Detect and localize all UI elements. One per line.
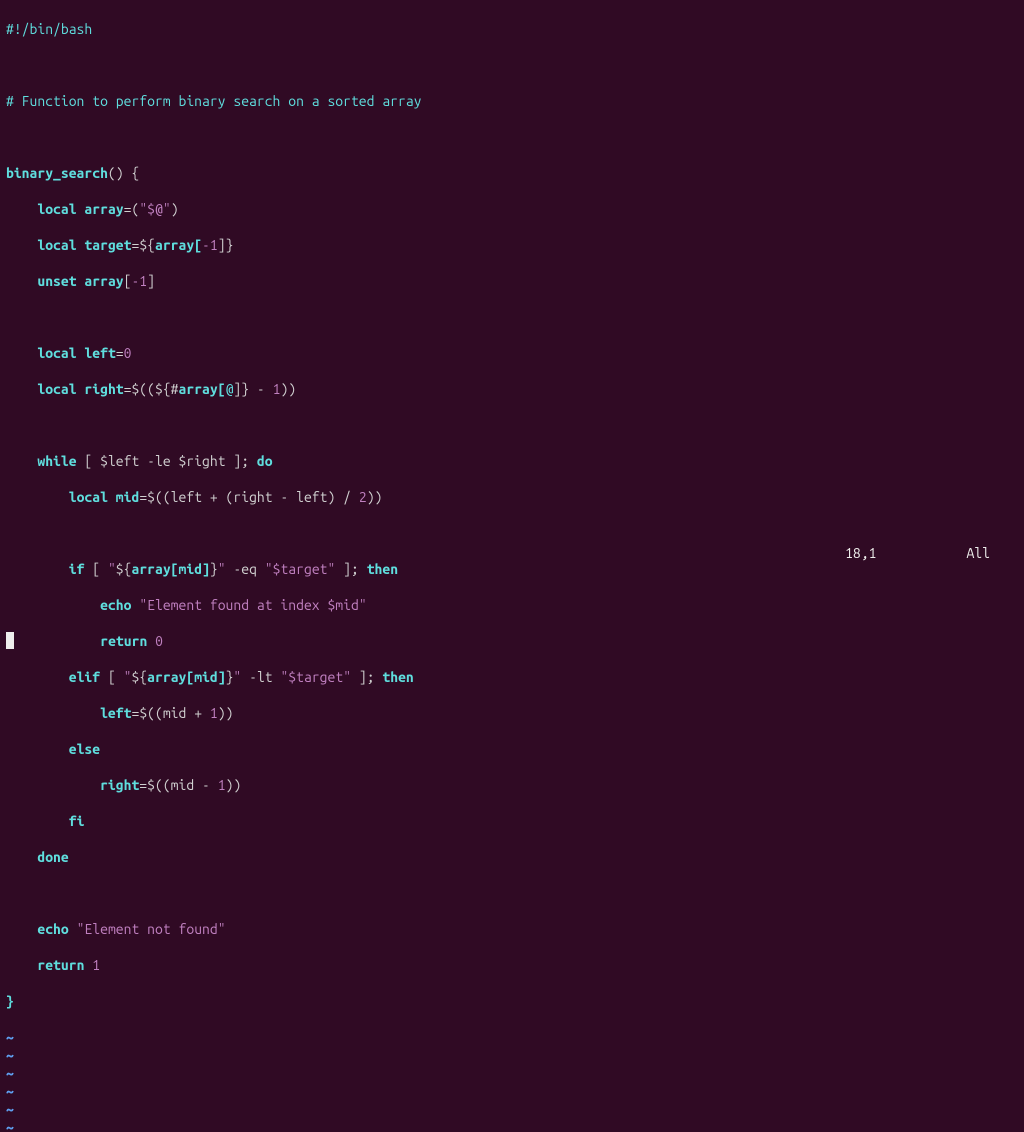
op-eq: -eq [226, 561, 265, 577]
number: -1 [202, 237, 218, 253]
condition: [ $left -le $right ]; [77, 453, 257, 469]
number: 1 [210, 705, 218, 721]
bracket: ] [147, 273, 155, 289]
var-array: array [84, 201, 123, 217]
paren-close: ) [171, 201, 179, 217]
kw-local: local [37, 381, 76, 397]
expand-open: ${ [139, 237, 155, 253]
string: "${array[mid]}" [124, 669, 242, 685]
number: 2 [359, 489, 367, 505]
kw-unset: unset [37, 273, 76, 289]
test-open: [ [100, 669, 124, 685]
kw-else: else [69, 741, 100, 757]
shebang-line: #!/bin/bash [6, 21, 92, 37]
assign: = [131, 705, 139, 721]
var-mid: mid [116, 489, 140, 505]
arith: $((mid + [139, 705, 210, 721]
text-cursor [6, 632, 14, 649]
kw-echo: echo [37, 921, 68, 937]
string: "${array[mid]}" [108, 561, 226, 577]
cursor-position: 18,1 [845, 544, 876, 562]
empty-line-tilde: ~ [6, 1119, 14, 1132]
comment: # Function to perform binary search on a… [6, 93, 422, 109]
string: "Element found at index $mid" [139, 597, 366, 613]
expand-close: ]} [218, 237, 234, 253]
arith-close: )) [218, 705, 234, 721]
number: 1 [92, 957, 100, 973]
assign: = [139, 777, 147, 793]
arith: $((mid - [147, 777, 218, 793]
number: 0 [124, 345, 132, 361]
var-right: right [84, 381, 123, 397]
empty-line-tilde: ~ [6, 1083, 14, 1099]
arith: $((left + (right - left) / [147, 489, 359, 505]
kw-local: local [69, 489, 108, 505]
empty-line-tilde: ~ [6, 1101, 14, 1117]
var-left: left [100, 705, 131, 721]
function-name: binary_search [6, 165, 108, 181]
empty-line-tilde: ~ [6, 1065, 14, 1081]
arith-close: )) [280, 381, 296, 397]
number: -1 [131, 273, 147, 289]
scroll-indicator: All [966, 544, 990, 562]
empty-line-tilde: ~ [6, 1029, 14, 1045]
kw-return: return [100, 633, 147, 649]
number: 0 [155, 633, 163, 649]
string: "Element not found" [77, 921, 226, 937]
string: "$target" [280, 669, 351, 685]
brace-open: () { [108, 165, 139, 181]
kw-if: if [69, 561, 85, 577]
kw-echo: echo [100, 597, 131, 613]
kw-return: return [37, 957, 84, 973]
kw-then: then [382, 669, 413, 685]
var-array: array [84, 273, 123, 289]
status-bar: 18,1 All [0, 544, 1024, 562]
var-target: target [84, 237, 131, 253]
brace-close: } [6, 993, 14, 1009]
kw-local: local [37, 345, 76, 361]
test-close: ]; [351, 669, 382, 685]
var-left: left [84, 345, 115, 361]
assign: = [116, 345, 124, 361]
string: "$target" [265, 561, 336, 577]
assign: =( [124, 201, 140, 217]
kw-local: local [37, 201, 76, 217]
arith-close: )) [226, 777, 242, 793]
code-editor[interactable]: #!/bin/bash # Function to perform binary… [0, 0, 1024, 1132]
test-close: ]; [335, 561, 366, 577]
op-lt: -lt [241, 669, 280, 685]
arith-close: )) [367, 489, 383, 505]
number: 1 [218, 777, 226, 793]
string: "$@" [139, 201, 170, 217]
kw-local: local [37, 237, 76, 253]
kw-then: then [367, 561, 398, 577]
empty-line-tilde: ~ [6, 1047, 14, 1063]
kw-elif: elif [69, 669, 100, 685]
kw-while: while [37, 453, 76, 469]
test-open: [ [84, 561, 108, 577]
kw-fi: fi [69, 813, 85, 829]
assign: = [139, 489, 147, 505]
kw-do: do [257, 453, 273, 469]
var-ref: array[ [155, 237, 202, 253]
arith-open: $((${# [131, 381, 178, 397]
var-ref: array[ [179, 381, 226, 397]
arith-body: ]} - [233, 381, 272, 397]
kw-done: done [37, 849, 68, 865]
var-right: right [100, 777, 139, 793]
